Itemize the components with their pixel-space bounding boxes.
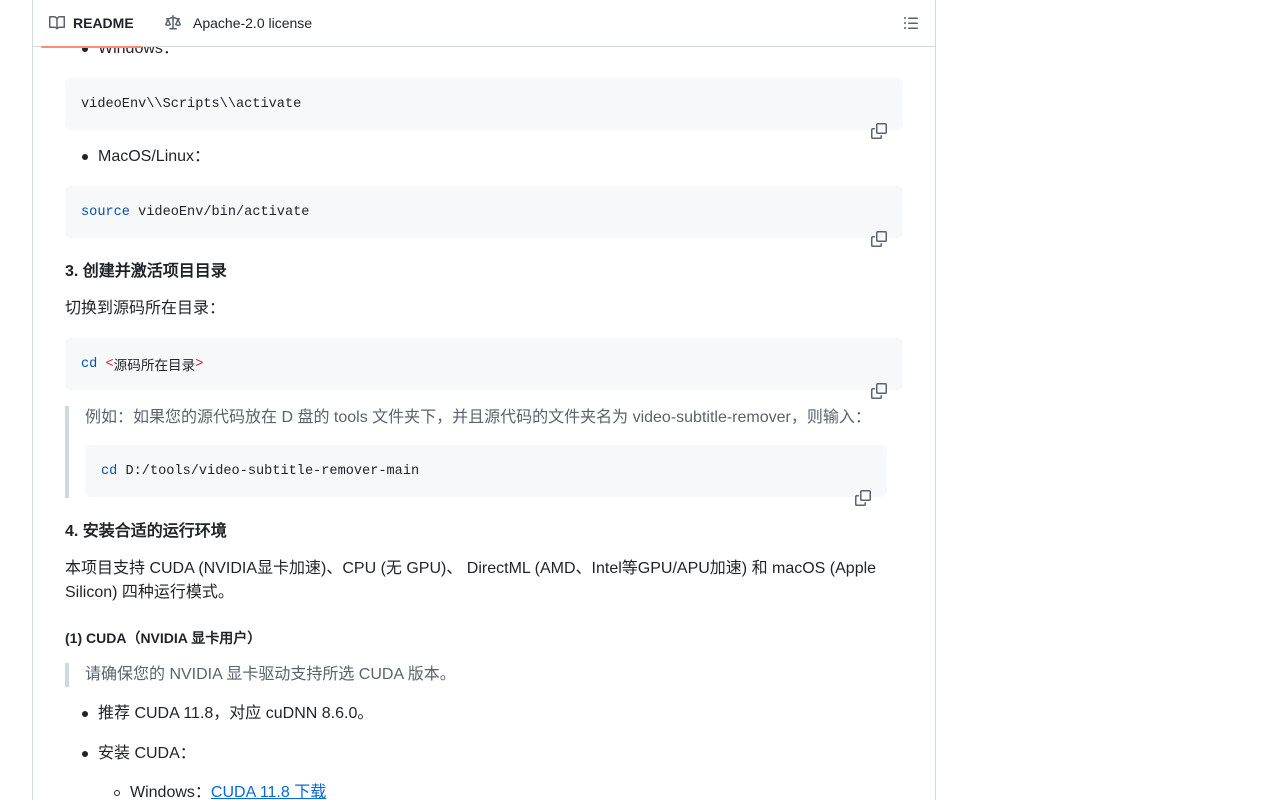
tab-label: Apache-2.0 license bbox=[193, 15, 313, 31]
list-unordered-icon[interactable] bbox=[903, 15, 919, 31]
readme-content: Windows： videoEnv\\Scripts\\activate Mac… bbox=[33, 0, 935, 800]
tab-readme[interactable]: README bbox=[41, 0, 142, 48]
list-item-macos: MacOS/Linux： bbox=[82, 145, 210, 169]
code-text: videoEnv/bin/activate bbox=[129, 204, 310, 220]
code-text: videoEnv\\Scripts\\activate bbox=[81, 96, 302, 112]
law-scale-icon bbox=[165, 15, 181, 31]
sublist-item-windows: Windows： CUDA 11.8 下载 bbox=[114, 781, 326, 800]
copy-icon[interactable] bbox=[871, 201, 887, 247]
code-block-example: cd D:/tools/video-subtitle-remover-main bbox=[85, 445, 887, 506]
tab-license[interactable]: Apache-2.0 license bbox=[157, 0, 320, 47]
section-heading-3: 3. 创建并激活项目目录 bbox=[65, 263, 227, 280]
code-keyword: cd bbox=[81, 356, 98, 372]
readme-tab-bar: README Apache-2.0 license bbox=[33, 0, 935, 48]
blockquote-example: 例如：如果您的源代码放在 D 盘的 tools 文件夹下，并且源代码的文件夹名为… bbox=[65, 406, 903, 506]
bullet-dot bbox=[82, 751, 88, 757]
bullet-dot bbox=[82, 154, 88, 160]
code-angle-close: > bbox=[195, 356, 204, 372]
code-block-windows: videoEnv\\Scripts\\activate bbox=[65, 78, 903, 139]
blockquote-driver-note: 请确保您的 NVIDIA 显卡驱动支持所选 CUDA 版本。 bbox=[65, 663, 903, 687]
section-heading-cuda: (1) CUDA（NVIDIA 显卡用户） bbox=[65, 630, 262, 646]
list-item-recommend: 推荐 CUDA 11.8，对应 cuDNN 8.6.0。 bbox=[82, 702, 373, 726]
code-keyword: cd bbox=[101, 463, 118, 479]
readme-panel: Windows： videoEnv\\Scripts\\activate Mac… bbox=[32, 0, 936, 800]
copy-icon[interactable] bbox=[855, 460, 871, 506]
bullet-circle bbox=[114, 790, 120, 796]
copy-icon[interactable] bbox=[871, 93, 887, 139]
list-item-label: MacOS/Linux： bbox=[98, 148, 211, 165]
code-block-cd: cd < 源码所在目录 > bbox=[65, 338, 903, 399]
section-heading-4: 4. 安装合适的运行环境 bbox=[65, 523, 227, 540]
bullet-dot bbox=[82, 711, 88, 717]
list-item-label: 安装 CUDA： bbox=[98, 745, 196, 762]
paragraph-switch-dir: 切换到源码所在目录： bbox=[65, 300, 226, 317]
paragraph-run-modes: 本项目支持 CUDA (NVIDIA显卡加速)、CPU (无 GPU)、 Dir… bbox=[65, 560, 877, 601]
tab-label: README bbox=[73, 15, 134, 31]
sublist-item-label: Windows： bbox=[130, 784, 211, 800]
code-text: D:/tools/video-subtitle-remover-main bbox=[117, 463, 420, 479]
list-item-install-cuda: 安装 CUDA： bbox=[82, 742, 196, 766]
quote-text: 请确保您的 NVIDIA 显卡驱动支持所选 CUDA 版本。 bbox=[85, 666, 456, 683]
code-block-macos: source videoEnv/bin/activate bbox=[65, 186, 903, 247]
list-item-label: 推荐 CUDA 11.8，对应 cuDNN 8.6.0。 bbox=[98, 705, 374, 722]
quote-text: 例如：如果您的源代码放在 D 盘的 tools 文件夹下，并且源代码的文件夹名为… bbox=[85, 409, 871, 426]
code-keyword: source bbox=[81, 204, 130, 220]
cuda-download-link[interactable]: CUDA 11.8 下载 bbox=[211, 781, 326, 800]
book-icon bbox=[49, 15, 65, 31]
code-placeholder: 源码所在目录 bbox=[113, 358, 196, 374]
code-angle-open: < bbox=[105, 356, 114, 372]
copy-icon[interactable] bbox=[871, 353, 887, 399]
